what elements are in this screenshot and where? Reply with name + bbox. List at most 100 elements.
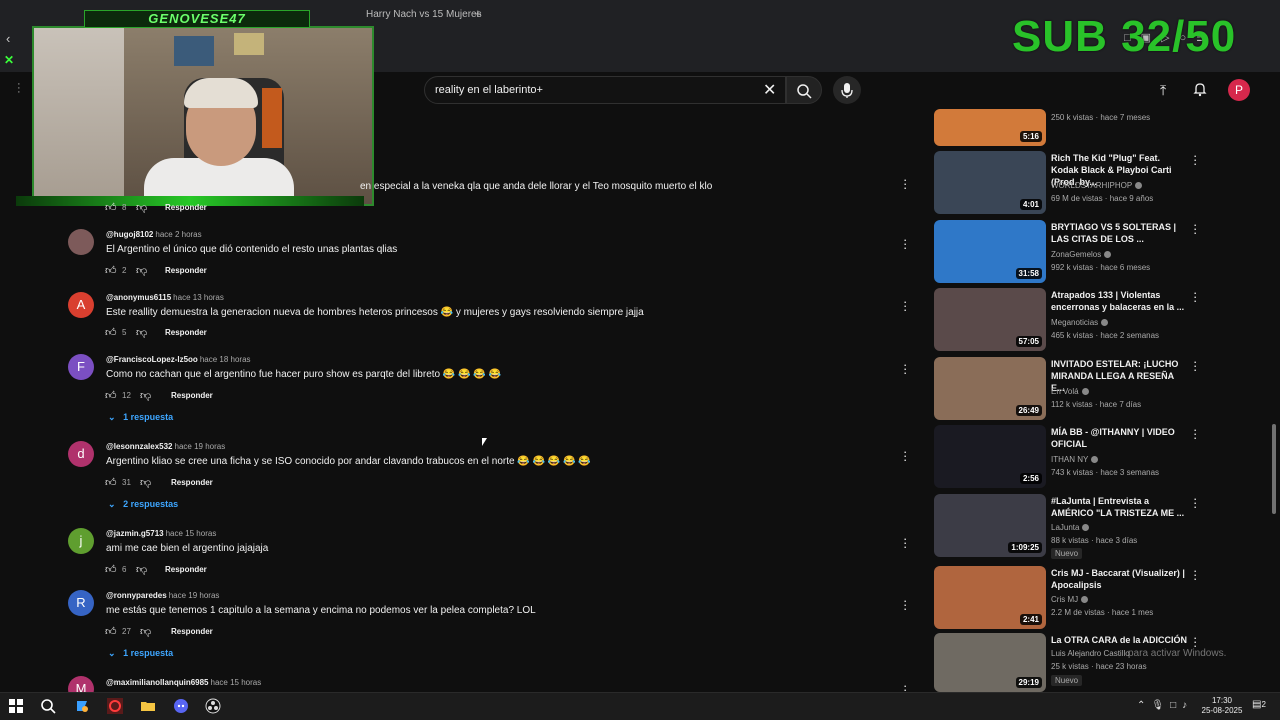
search-icon[interactable] [40, 698, 56, 714]
dislike-icon[interactable]: 👎︎ [140, 625, 151, 638]
video-title[interactable]: MÍA BB - @ITHANNY | VIDEO OFICIAL [1051, 426, 1189, 450]
video-channel[interactable]: En Volá [1051, 387, 1089, 396]
video-channel[interactable]: Luis Alejandro Castillo [1051, 649, 1130, 658]
new-tab-button[interactable]: + [474, 6, 482, 21]
obs-icon[interactable] [205, 698, 221, 714]
video-thumbnail[interactable]: 2:56 [934, 425, 1046, 488]
browser-tab[interactable]: Harry Nach vs 15 Mujeres [366, 9, 482, 20]
comment-more-icon[interactable]: · · · [903, 233, 907, 254]
dislike-icon[interactable]: 👎︎ [136, 264, 147, 277]
video-thumbnail[interactable]: 5:16 [934, 109, 1046, 146]
video-title[interactable]: Atrapados 133 | Violentas encerronas y b… [1051, 289, 1189, 313]
avatar[interactable]: d [68, 441, 94, 467]
video-title[interactable]: Cris MJ - Baccarat (Visualizer) | Apocal… [1051, 567, 1189, 591]
video-title[interactable]: La OTRA CARA de la ADICCIÓN [1051, 634, 1189, 646]
like-icon[interactable]: 👍︎ [105, 563, 117, 576]
reply-button[interactable]: Responder [165, 565, 207, 574]
video-thumbnail[interactable]: 2:41 [934, 566, 1046, 629]
like-icon[interactable]: 👍︎ [105, 476, 117, 489]
video-channel[interactable]: Meganoticias [1051, 318, 1109, 327]
comment-more-icon[interactable]: · · · [903, 445, 907, 466]
video-title[interactable]: BRYTIAGO VS 5 SOLTERAS | LAS CITAS DE LO… [1051, 221, 1189, 245]
like-icon[interactable]: 👍︎ [105, 326, 117, 339]
video-channel[interactable]: Cris MJ [1051, 595, 1089, 604]
like-icon[interactable]: 👍︎ [105, 264, 117, 277]
dislike-icon[interactable]: 👎︎ [136, 563, 147, 576]
taskbar-clock[interactable]: 17:30 25-08-2025 [1200, 696, 1244, 716]
video-more-icon[interactable]: · · · [1193, 149, 1197, 170]
view-replies-button[interactable]: ⌄ 1 respuesta [108, 648, 173, 659]
comment-author[interactable]: @maximilianollanquin6985 hace 15 horas [106, 678, 261, 687]
video-views: 465 k vistas · hace 2 semanas [1051, 331, 1160, 340]
comment-author[interactable]: @anonymus6115 hace 13 horas [106, 293, 224, 302]
opera-icon[interactable] [107, 698, 123, 714]
reply-button[interactable]: Responder [171, 391, 213, 400]
comment-author[interactable]: @lesonnzalex532 hace 19 horas [106, 442, 225, 451]
video-thumbnail[interactable]: 57:05 [934, 288, 1046, 351]
comment-more-icon[interactable]: · · · [903, 173, 907, 194]
copilot-icon[interactable] [74, 698, 90, 714]
comment-author[interactable]: @ronnyparedes hace 19 horas [106, 591, 219, 600]
comment-author[interactable]: @jazmin.g5713 hace 15 horas [106, 529, 216, 538]
discord-icon[interactable] [173, 698, 189, 714]
reply-button[interactable]: Responder [165, 266, 207, 275]
comment-author[interactable]: @hugoj8102 hace 2 horas [106, 230, 202, 239]
video-more-icon[interactable]: · · · [1193, 631, 1197, 652]
avatar[interactable] [68, 229, 94, 255]
extension-icon[interactable]: ✕ [4, 53, 14, 67]
video-channel[interactable]: ZonaGemelos [1051, 250, 1112, 259]
comment-more-icon[interactable]: · · [903, 679, 907, 696]
view-replies-button[interactable]: ⌄ 1 respuesta [108, 412, 173, 423]
video-more-icon[interactable]: · · · [1193, 492, 1197, 513]
avatar[interactable]: R [68, 590, 94, 616]
video-thumbnail[interactable]: 26:49 [934, 357, 1046, 420]
comment-more-icon[interactable]: · · · [903, 594, 907, 615]
video-more-icon[interactable]: · · · [1193, 423, 1197, 444]
video-thumbnail[interactable]: 1:09:25 [934, 494, 1046, 557]
search-query[interactable]: reality en el laberinto+ [435, 84, 543, 96]
upload-icon[interactable]: ⤒ [1160, 82, 1166, 99]
search-button[interactable] [786, 76, 822, 104]
comment-more-icon[interactable]: · · · [903, 295, 907, 316]
search-input[interactable]: reality en el laberinto+ ✕ [424, 76, 786, 104]
video-channel[interactable]: ITHAN NY [1051, 455, 1099, 464]
reply-button[interactable]: Responder [171, 627, 213, 636]
reply-button[interactable]: Responder [165, 328, 207, 337]
video-title[interactable]: #LaJunta | Entrevista a AMÉRICO "LA TRIS… [1051, 495, 1189, 519]
video-channel[interactable]: LaJunta [1051, 523, 1090, 532]
video-more-icon[interactable]: · · · [1193, 355, 1197, 376]
system-tray-icons[interactable]: ⌃🎙︎□♪ [1137, 700, 1193, 711]
clear-icon[interactable]: ✕ [763, 80, 776, 100]
dislike-icon[interactable]: 👎︎ [140, 389, 151, 402]
video-more-icon[interactable]: · · · [1193, 218, 1197, 239]
comment-more-icon[interactable]: · · · [903, 358, 907, 379]
avatar[interactable]: A [68, 292, 94, 318]
scrollbar[interactable] [1272, 424, 1276, 514]
video-more-icon[interactable]: · · · [1193, 564, 1197, 585]
like-icon[interactable]: 👍︎ [105, 389, 117, 402]
avatar[interactable]: F [68, 354, 94, 380]
video-thumbnail[interactable]: 4:01 [934, 151, 1046, 214]
video-channel[interactable]: WORLDSTARHIPHOP [1051, 181, 1143, 190]
view-replies-button[interactable]: ⌄ 2 respuestas [108, 499, 178, 510]
comment-more-icon[interactable]: · · · [903, 532, 907, 553]
voice-search-button[interactable] [833, 76, 861, 104]
comment-author[interactable]: @FranciscoLopez-lz5oo hace 18 horas [106, 355, 251, 364]
account-avatar[interactable]: P [1228, 79, 1250, 101]
back-arrow-icon[interactable]: ‹ [6, 31, 10, 46]
reply-button[interactable]: Responder [171, 478, 213, 487]
dislike-icon[interactable]: 👎︎ [136, 201, 147, 214]
windows-start-icon[interactable] [8, 698, 24, 714]
dislike-icon[interactable]: 👎︎ [136, 326, 147, 339]
avatar[interactable]: j [68, 528, 94, 554]
folder-icon[interactable] [140, 698, 156, 714]
bell-icon[interactable] [1192, 81, 1208, 97]
like-icon[interactable]: 👍︎ [105, 625, 117, 638]
video-more-icon[interactable]: · · · [1193, 286, 1197, 307]
video-thumbnail[interactable]: 31:58 [934, 220, 1046, 283]
notification-icon[interactable]: ▤2 [1252, 699, 1266, 710]
like-icon[interactable]: 👍︎ [105, 201, 117, 214]
video-thumbnail[interactable]: 29:19 [934, 633, 1046, 692]
dislike-icon[interactable]: 👎︎ [140, 476, 151, 489]
reply-button[interactable]: Responder [165, 203, 207, 212]
